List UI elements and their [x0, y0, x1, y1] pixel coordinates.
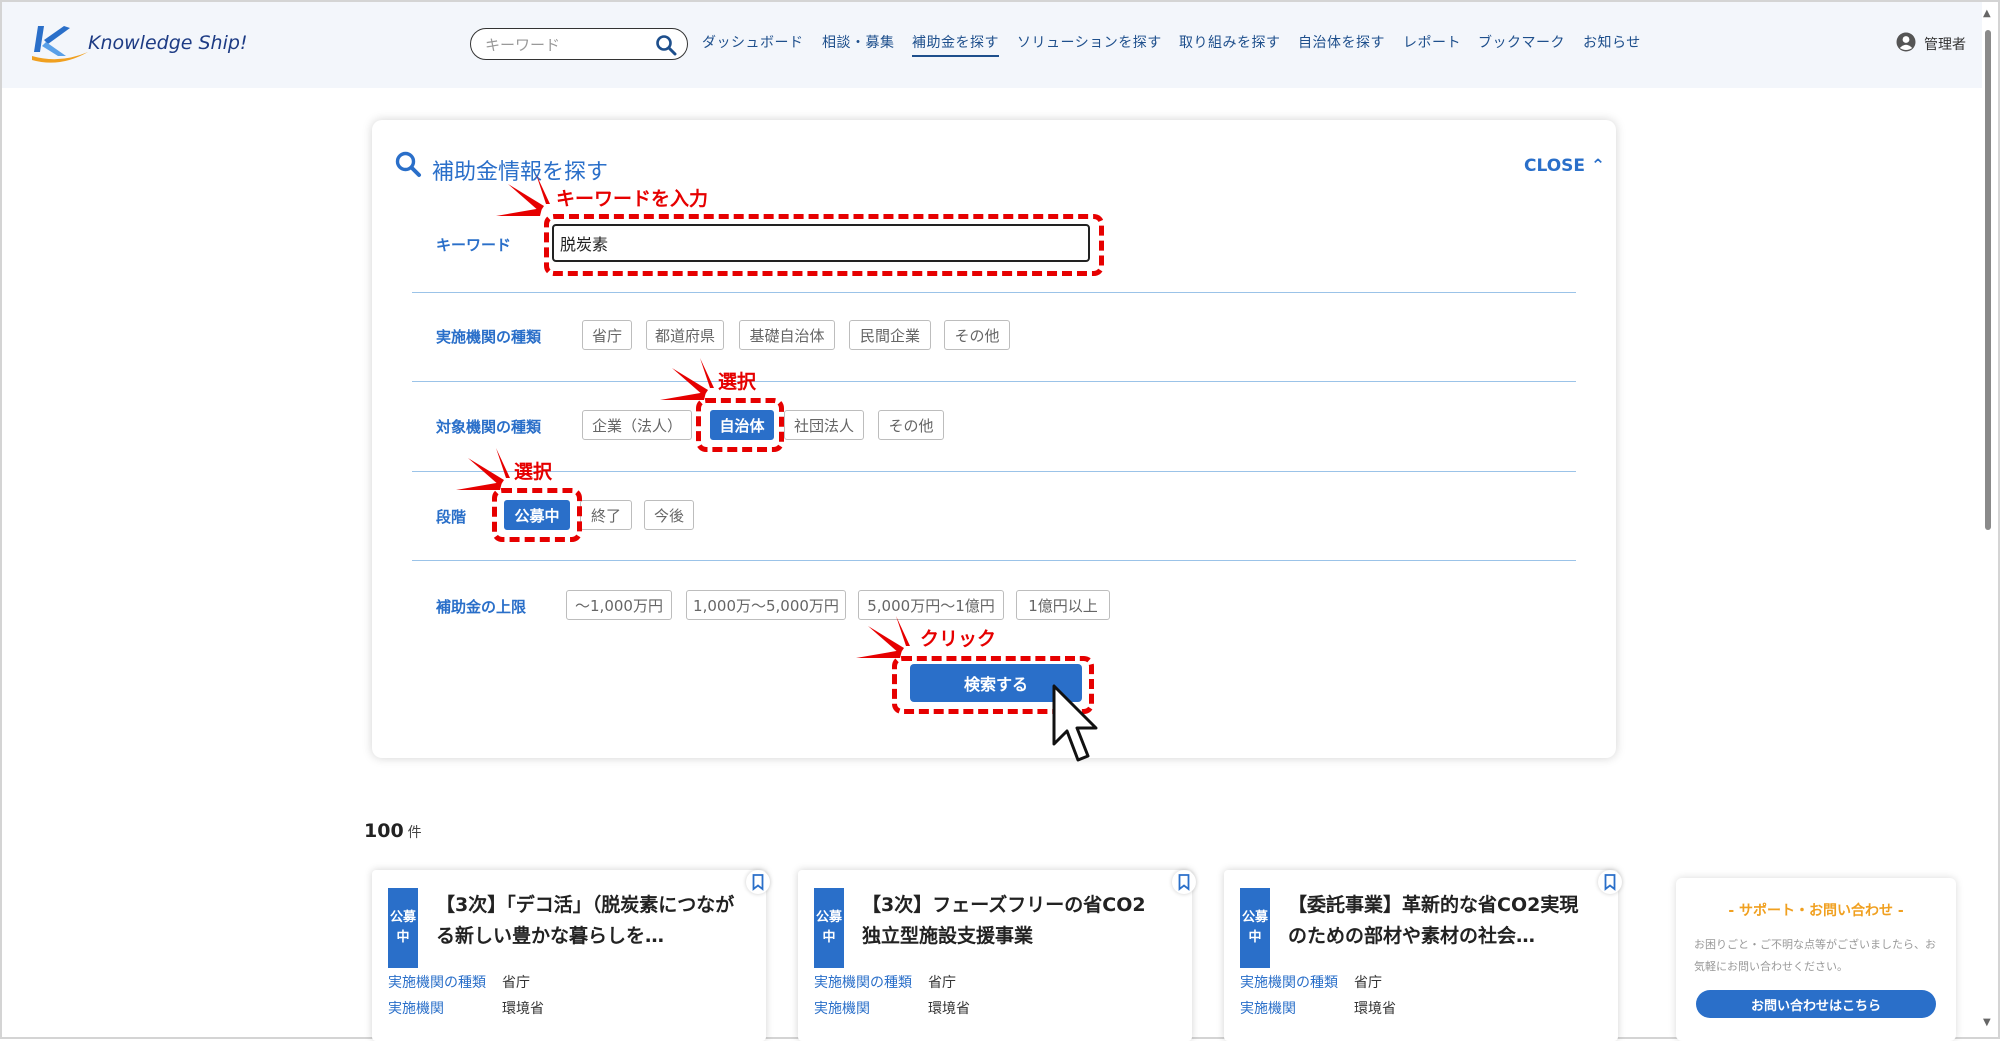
- search-icon[interactable]: [655, 34, 677, 56]
- nav-consult[interactable]: 相談・募集: [822, 32, 895, 52]
- meta-value: 省庁: [928, 975, 956, 991]
- support-description: お困りごと・ご不明な点等がございましたら、お気軽にお問い合わせください。: [1694, 938, 1936, 973]
- emphasis-burst-icon: [660, 358, 714, 400]
- limit-option-2[interactable]: 1,000万〜5,000万円: [686, 590, 846, 620]
- emphasis-burst-icon: [456, 448, 510, 490]
- nav-initiative[interactable]: 取り組みを探す: [1179, 32, 1281, 52]
- bookmark-icon[interactable]: [1172, 870, 1196, 894]
- bookmark-icon[interactable]: [1598, 870, 1622, 894]
- bookmark-icon[interactable]: [746, 870, 770, 894]
- result-count-value: 100: [364, 820, 404, 842]
- limit-label: 補助金の上限: [436, 598, 527, 616]
- stage-label: 段階: [436, 508, 467, 526]
- annotation-select-text: 選択: [514, 461, 553, 483]
- subsidy-card[interactable]: 公募中 【委託事業】革新的な省CO2実現のための部材や素材の社会… 実施機関の種…: [1224, 870, 1622, 1041]
- logo-text[interactable]: Knowledge Ship!: [88, 32, 248, 54]
- header-search: [470, 28, 688, 60]
- implementer-option-ministry[interactable]: 省庁: [582, 320, 632, 350]
- meta-value: 環境省: [1354, 1001, 1396, 1017]
- meta-label: 実施機関: [814, 1001, 870, 1017]
- annotation-keyword-box: [544, 214, 1104, 276]
- annotation-keyword-text: キーワードを入力: [556, 188, 709, 210]
- header-search-input[interactable]: [483, 32, 647, 58]
- stage-option-upcoming[interactable]: 今後: [644, 500, 694, 530]
- limit-option-4[interactable]: 1億円以上: [1016, 590, 1110, 620]
- nav-solution[interactable]: ソリューションを探す: [1017, 32, 1162, 52]
- meta-value: 環境省: [928, 1001, 970, 1017]
- support-title: - サポート・お問い合わせ -: [1728, 903, 1904, 919]
- result-count-unit: 件: [407, 825, 422, 841]
- annotation-click-text: クリック: [920, 628, 997, 650]
- meta-value: 環境省: [502, 1001, 544, 1017]
- implementer-option-private[interactable]: 民間企業: [849, 320, 931, 350]
- subsidy-card[interactable]: 公募中 【3次】「デコ活」（脱炭素につながる新しい豊かな暮らしを… 実施機関の種…: [372, 870, 770, 1041]
- scroll-down-icon[interactable]: ▼: [1983, 1017, 1991, 1028]
- meta-label: 実施機関の種類: [388, 975, 486, 991]
- annotation-select-text: 選択: [718, 371, 757, 393]
- target-option-other[interactable]: その他: [878, 410, 944, 440]
- divider: [412, 471, 1576, 472]
- limit-option-1[interactable]: 〜1,000万円: [566, 590, 672, 620]
- implementer-option-other[interactable]: その他: [944, 320, 1010, 350]
- status-badge: 公募中: [814, 888, 844, 968]
- implementer-option-prefecture[interactable]: 都道府県: [646, 320, 724, 350]
- emphasis-burst-icon: [856, 616, 910, 658]
- scroll-up-icon[interactable]: ▲: [1983, 8, 1991, 19]
- user-avatar-icon[interactable]: [1896, 32, 1916, 52]
- status-badge: 公募中: [1240, 888, 1270, 968]
- status-badge: 公募中: [388, 888, 418, 968]
- keyword-label: キーワード: [436, 236, 512, 254]
- card-title[interactable]: 【委託事業】革新的な省CO2実現のための部材や素材の社会…: [1288, 890, 1588, 952]
- meta-value: 省庁: [502, 975, 530, 991]
- implementer-option-municipality[interactable]: 基礎自治体: [739, 320, 835, 350]
- support-box: - サポート・お問い合わせ - お困りごと・ご不明な点等がございましたら、お気軽…: [1676, 878, 1956, 1041]
- meta-label: 実施機関: [1240, 1001, 1296, 1017]
- user-name[interactable]: 管理者: [1924, 34, 1966, 54]
- mouse-cursor-icon: [1052, 684, 1098, 762]
- nav-news[interactable]: お知らせ: [1583, 32, 1641, 52]
- card-title[interactable]: 【3次】フェーズフリーの省CO2独立型施設支援事業: [862, 890, 1162, 952]
- close-button[interactable]: CLOSE ⌃: [1524, 156, 1605, 176]
- knowledge-ship-logo-icon[interactable]: [30, 22, 90, 68]
- divider: [412, 292, 1576, 293]
- target-label: 対象機関の種類: [436, 418, 542, 436]
- contact-button[interactable]: お問い合わせはこちら: [1696, 990, 1936, 1018]
- stage-option-closed[interactable]: 終了: [580, 500, 632, 530]
- divider: [412, 560, 1576, 561]
- nav-bookmark[interactable]: ブックマーク: [1478, 32, 1565, 52]
- meta-label: 実施機関: [388, 1001, 444, 1017]
- implementer-label: 実施機関の種類: [436, 328, 542, 346]
- result-count: 100 件: [364, 820, 422, 842]
- nav-dashboard[interactable]: ダッシュボード: [702, 32, 804, 52]
- target-option-company[interactable]: 企業（法人）: [582, 410, 692, 440]
- meta-label: 実施機関の種類: [1240, 975, 1338, 991]
- emphasis-burst-icon: [496, 174, 550, 216]
- divider: [412, 381, 1576, 382]
- search-icon: [395, 151, 421, 177]
- nav-municipality[interactable]: 自治体を探す: [1298, 32, 1385, 52]
- meta-label: 実施機関の種類: [814, 975, 912, 991]
- subsidy-card[interactable]: 公募中 【3次】フェーズフリーの省CO2独立型施設支援事業 実施機関の種類 省庁…: [798, 870, 1196, 1041]
- nav-report[interactable]: レポート: [1403, 32, 1461, 52]
- meta-value: 省庁: [1354, 975, 1382, 991]
- vertical-scrollbar[interactable]: [1985, 30, 1991, 530]
- top-header: Knowledge Ship! ダッシュボード 相談・募集 補助金を探す ソリュ…: [2, 2, 1982, 88]
- target-option-association[interactable]: 社団法人: [784, 410, 864, 440]
- card-title[interactable]: 【3次】「デコ活」（脱炭素につながる新しい豊かな暮らしを…: [436, 890, 736, 952]
- nav-subsidy[interactable]: 補助金を探す: [912, 32, 999, 57]
